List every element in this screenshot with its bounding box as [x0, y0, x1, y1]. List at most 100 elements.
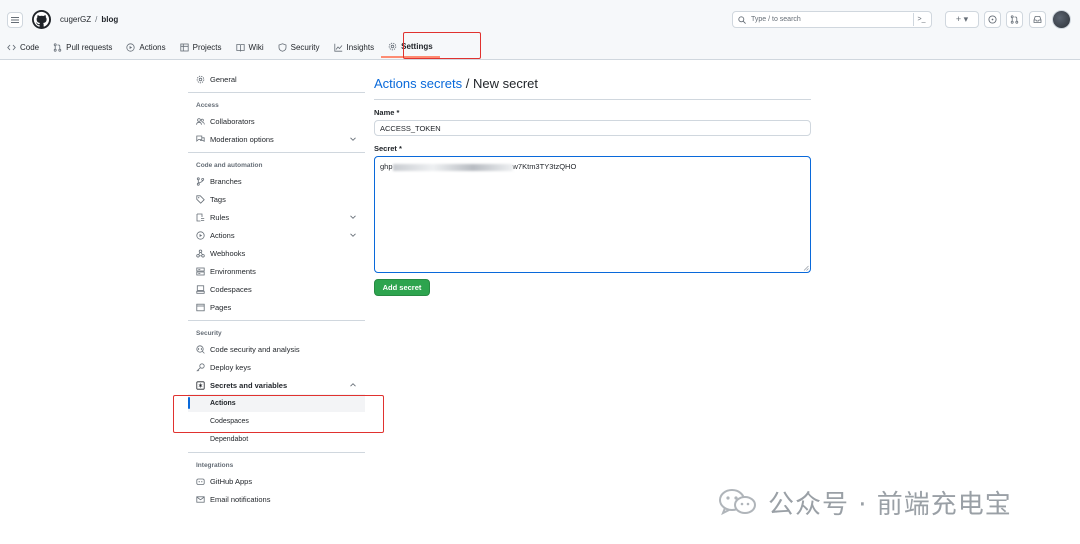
chevron-down-icon[interactable] [349, 135, 357, 143]
menu-button[interactable] [7, 12, 23, 28]
settings-highlight-box [403, 32, 481, 59]
tab-actions[interactable]: Actions [119, 36, 172, 58]
sidebar-item-label: Dependabot [210, 435, 249, 443]
people-icon [196, 117, 205, 125]
sidebar-item-tags[interactable]: Tags [188, 190, 365, 208]
tab-label: Projects [192, 42, 222, 52]
tab-projects[interactable]: Projects [173, 36, 229, 58]
sidebar-heading-integrations: Integrations [196, 461, 234, 469]
github-mark-icon [33, 11, 50, 27]
git-branch-icon [196, 176, 205, 186]
codespaces-icon [196, 284, 205, 294]
actions-secrets-link[interactable]: Actions secrets [374, 76, 462, 91]
new-secret-form: Actions secrets / New secret Name * ACCE… [374, 76, 811, 296]
resize-handle-icon[interactable] [803, 265, 809, 271]
play-icon [126, 42, 135, 52]
graph-icon [333, 43, 342, 52]
page-title-rest: / New secret [462, 76, 539, 91]
tab-label: Wiki [248, 42, 264, 52]
issues-button[interactable] [984, 11, 1001, 28]
settings-sidebar: General Access Collaborators Moderation … [188, 70, 365, 508]
sidebar-item-pages[interactable]: Pages [188, 298, 365, 316]
tab-security[interactable]: Security [271, 36, 327, 58]
chevron-up-icon[interactable] [349, 381, 357, 389]
sidebar-item-moderation[interactable]: Moderation options [188, 130, 365, 148]
secrets-highlight-box [173, 395, 384, 433]
github-logo[interactable] [32, 10, 51, 29]
wechat-watermark: 公众号 · 前端充电宝 [714, 484, 1012, 520]
issue-icon [988, 15, 997, 24]
create-new-button[interactable]: + ▾ [945, 11, 979, 28]
sidebar-item-code-security[interactable]: Code security and analysis [188, 340, 365, 358]
sidebar-item-github-apps[interactable]: GitHub Apps [188, 472, 365, 490]
repo-link[interactable]: blog [101, 15, 118, 24]
sidebar-divider [188, 452, 365, 453]
secret-textarea[interactable]: ghp w7Ktm3TY3tzQHO [374, 156, 811, 273]
repo-nav-tabs: Code Pull requests Actions Projects Wiki… [0, 36, 440, 60]
sidebar-item-environments[interactable]: Environments [188, 262, 365, 280]
pull-request-icon [1010, 15, 1019, 24]
code-icon [7, 44, 16, 50]
breadcrumb-separator: / [95, 15, 98, 24]
tab-label: Code [20, 42, 40, 52]
chevron-down-icon[interactable] [349, 231, 357, 239]
tab-insights[interactable]: Insights [327, 36, 382, 58]
sidebar-item-actions[interactable]: Actions [188, 226, 365, 244]
owner-link[interactable]: cugerGZ [60, 15, 91, 24]
redacted-blur [392, 163, 513, 171]
gear-icon [196, 75, 205, 83]
sidebar-item-label: Code security and analysis [210, 344, 300, 354]
tab-pull-requests[interactable]: Pull requests [46, 36, 119, 58]
sidebar-heading-security: Security [196, 329, 222, 337]
name-input[interactable]: ACCESS_TOKEN [374, 120, 811, 136]
sidebar-item-collaborators[interactable]: Collaborators [188, 112, 365, 130]
shield-icon [278, 42, 287, 52]
sidebar-item-email-notifications[interactable]: Email notifications [188, 490, 365, 508]
book-icon [235, 43, 245, 52]
plus-dropdown-label: + ▾ [955, 14, 969, 24]
gear-icon [388, 42, 397, 50]
sidebar-item-label: Branches [210, 176, 242, 186]
secret-label: Secret * [374, 144, 402, 153]
sidebar-item-secrets-variables[interactable]: Secrets and variables [188, 376, 365, 394]
secret-value-prefix: ghp [380, 162, 393, 171]
sidebar-item-webhooks[interactable]: Webhooks [188, 244, 365, 262]
chevron-down-icon[interactable] [349, 213, 357, 221]
sidebar-item-general[interactable]: General [188, 70, 365, 88]
page-title: Actions secrets / New secret [374, 76, 811, 91]
sidebar-item-label: Moderation options [210, 134, 274, 144]
tag-icon [196, 194, 205, 204]
pull-request-icon [53, 42, 62, 52]
sidebar-item-label: GitHub Apps [210, 476, 253, 486]
server-icon [196, 267, 205, 275]
sidebar-item-rules[interactable]: Rules [188, 208, 365, 226]
search-input[interactable]: Type / to search >_ [732, 11, 932, 28]
add-secret-button[interactable]: Add secret [374, 279, 430, 296]
mail-icon [196, 495, 205, 503]
tab-wiki[interactable]: Wiki [229, 36, 271, 58]
sidebar-item-label: Deploy keys [210, 362, 251, 372]
search-placeholder: Type / to search [751, 16, 801, 23]
tab-code[interactable]: Code [0, 36, 46, 58]
sidebar-item-label: Collaborators [210, 116, 255, 126]
command-palette-icon[interactable]: >_ [913, 13, 929, 26]
sidebar-item-branches[interactable]: Branches [188, 172, 365, 190]
inbox-button[interactable] [1029, 11, 1046, 28]
comment-discussion-icon [196, 135, 205, 142]
sidebar-item-deploy-keys[interactable]: Deploy keys [188, 358, 365, 376]
tab-label: Actions [139, 42, 166, 52]
breadcrumb: cugerGZ / blog [60, 15, 118, 24]
key-icon [196, 362, 205, 371]
table-icon [180, 43, 189, 51]
sidebar-item-label: Rules [210, 212, 230, 222]
sidebar-item-label: Tags [210, 194, 226, 204]
inbox-icon [1033, 16, 1042, 23]
sidebar-item-codespaces[interactable]: Codespaces [188, 280, 365, 298]
sidebar-heading-code-automation: Code and automation [196, 161, 263, 169]
sidebar-item-label: General [210, 74, 237, 84]
user-avatar[interactable] [1052, 10, 1071, 29]
sidebar-item-label: Environments [210, 266, 256, 276]
sidebar-item-label: Pages [210, 302, 232, 312]
pull-requests-button[interactable] [1006, 11, 1023, 28]
search-icon [738, 15, 746, 24]
